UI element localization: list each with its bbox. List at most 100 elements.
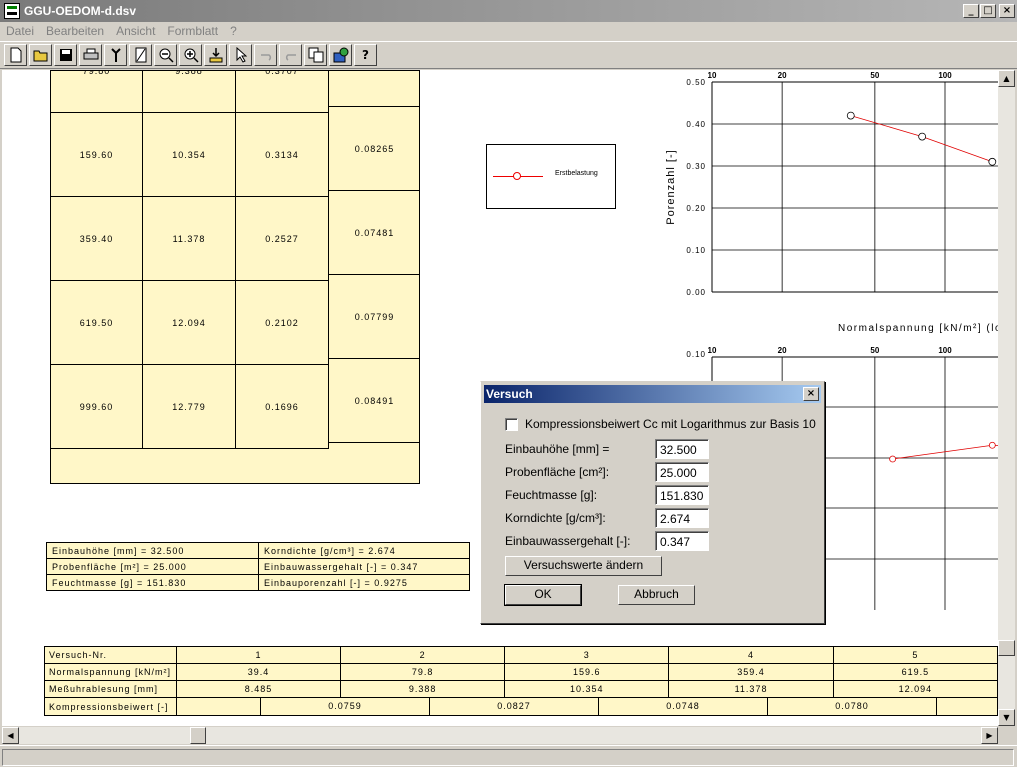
x-axis-label: Normalspannung [kN/m²] (lo [838, 323, 998, 334]
dialog-close-button[interactable]: × [803, 387, 819, 401]
versuch-nr-cell: 4 [668, 646, 834, 664]
toolbar: ? [0, 41, 1017, 69]
undo-icon[interactable] [254, 44, 277, 66]
data-point [988, 157, 997, 166]
messuhr-cell: 9.388 [340, 680, 506, 698]
kompression-cell: 0.0748 [599, 698, 768, 715]
ok-button[interactable]: OK [504, 584, 582, 606]
menu-bearbeiten[interactable]: Bearbeiten [40, 24, 110, 38]
param-einbauhoehe: Einbauhöhe [mm] = 32.500 [46, 542, 259, 559]
feuchtmasse-input[interactable]: 151.830 [655, 485, 709, 505]
normalspannung-row: Normalspannung [kN/m²] 39.4 79.8 159.6 359.4… [44, 663, 998, 681]
y-tick-label: 0.50 [686, 78, 706, 87]
versuch-nr-row: Versuch-Nr. 1 2 3 4 5 [44, 646, 998, 664]
results-cell: 619.50 [51, 281, 143, 365]
zoom-in-icon[interactable] [179, 44, 202, 66]
print-icon[interactable] [79, 44, 102, 66]
messuhr-cell: 8.485 [175, 680, 342, 698]
versuch-dialog: Versuch × Kompressionsbeiwert Cc mit Log… [480, 381, 825, 624]
results-table: 79.80 9.388 0.3707 159.60 10.354 0.3134 359.40… [50, 70, 420, 484]
einbauhoehe-input[interactable]: 32.500 [655, 439, 709, 459]
import-icon[interactable] [204, 44, 227, 66]
messuhr-label: Meßuhrablesung [mm] [44, 680, 177, 698]
einbauwassergehalt-input[interactable]: 0.347 [655, 531, 709, 551]
param-einbauwassergehalt: Einbauwassergehalt [-] = 0.347 [258, 558, 470, 575]
horizontal-scrollbar[interactable]: ◀ ▶ [2, 727, 998, 744]
y-tick-label: 0.10 [686, 350, 706, 359]
param-einbauporenzahl: Einbauporenzahl [-] = 0.9275 [258, 574, 470, 591]
y-tick-label: 0.10 [686, 246, 706, 255]
y-tick-label: 0.00 [686, 288, 706, 297]
versuchswerte-aendern-button[interactable]: Versuchswerte ändern [505, 556, 662, 576]
normalspannung-cell: 619.5 [832, 663, 998, 681]
kompression-cell [178, 698, 261, 715]
menu-datei[interactable]: Datei [0, 24, 40, 38]
page-setup-icon[interactable] [129, 44, 152, 66]
minimize-button[interactable]: _ [963, 4, 979, 18]
parameter-table: Einbauhöhe [mm] = 32.500 Korndichte [g/cm… [46, 542, 470, 591]
menu-ansicht[interactable]: Ansicht [110, 24, 161, 38]
kompression-label: Kompressionsbeiwert [-] [44, 697, 177, 716]
vertical-scrollbar[interactable]: ▲ ▼ [998, 70, 1015, 726]
x-tick-label: 10 [708, 346, 717, 355]
zoom-out-icon[interactable] [154, 44, 177, 66]
y-tick-label: 0.40 [686, 120, 706, 129]
versuch-nr-cell: 5 [832, 646, 998, 664]
probenflaeche-input[interactable]: 25.000 [655, 462, 709, 482]
normalspannung-cell: 359.4 [668, 663, 834, 681]
results-cell: 0.3707 [236, 70, 329, 113]
tools-icon[interactable] [104, 44, 127, 66]
close-button[interactable]: × [999, 4, 1015, 18]
scroll-left-icon[interactable]: ◀ [2, 727, 19, 744]
chart-legend: Erstbelastung [486, 144, 616, 209]
versuch-nr-cell: 1 [175, 646, 342, 664]
horizontal-scroll-thumb[interactable] [190, 727, 206, 744]
y-tick-label: 0.20 [686, 204, 706, 213]
feuchtmasse-label: Feuchtmasse [g]: [505, 488, 598, 502]
versuch-nr-label: Versuch-Nr. [44, 646, 177, 664]
legend-label: Erstbelastung [555, 170, 598, 177]
messuhr-cell: 11.378 [668, 680, 834, 698]
probenflaeche-label: Probenfläche [cm²]: [505, 465, 610, 479]
new-file-icon[interactable] [4, 44, 27, 66]
open-folder-icon[interactable] [29, 44, 52, 66]
results-cell: 10.354 [143, 113, 236, 197]
vertical-scroll-thumb[interactable] [998, 640, 1015, 656]
x-tick-label: 10 [708, 71, 717, 80]
results-cell: 0.2102 [236, 281, 329, 365]
scroll-down-icon[interactable]: ▼ [998, 709, 1015, 726]
messuhr-cell: 10.354 [504, 680, 670, 698]
legend-marker [513, 172, 521, 180]
versuch-nr-cell: 2 [340, 646, 506, 664]
menu-formblatt[interactable]: Formblatt [161, 24, 224, 38]
scroll-right-icon[interactable]: ▶ [981, 727, 998, 744]
normalspannung-cell: 39.4 [175, 663, 342, 681]
kompression-cell: 0.0827 [430, 698, 599, 715]
redo-icon[interactable] [279, 44, 302, 66]
results-cell: 0.1696 [236, 365, 329, 449]
kompression-values: 0.0759 0.0827 0.0748 0.0780 [176, 697, 998, 716]
status-bar [0, 745, 1017, 767]
coefficient-cell [329, 70, 420, 107]
korndichte-input[interactable]: 2.674 [655, 508, 709, 528]
x-tick-label: 100 [938, 346, 952, 355]
log10-checkbox[interactable] [505, 418, 518, 431]
maximize-button[interactable]: □ [980, 4, 996, 18]
menu-help[interactable]: ? [224, 24, 243, 38]
results-cell: 0.3134 [236, 113, 329, 197]
help-icon[interactable]: ? [354, 44, 377, 66]
data-point [889, 455, 897, 463]
messuhr-row: Meßuhrablesung [mm] 8.485 9.388 10.354 11.37… [44, 680, 998, 698]
results-cell: 159.60 [51, 113, 143, 197]
save-icon[interactable] [54, 44, 77, 66]
coefficient-cell: 0.08265 [329, 107, 420, 191]
cancel-button[interactable]: Abbruch [618, 585, 695, 605]
pointer-icon[interactable] [229, 44, 252, 66]
scroll-up-icon[interactable]: ▲ [998, 70, 1015, 87]
copy-icon[interactable] [304, 44, 327, 66]
results-cell: 12.779 [143, 365, 236, 449]
window-title: GGU-OEDOM-d.dsv [24, 4, 137, 18]
results-cell: 0.2527 [236, 197, 329, 281]
export-icon[interactable] [329, 44, 352, 66]
param-probenflaeche: Probenfläche [m²] = 25.000 [46, 558, 259, 575]
